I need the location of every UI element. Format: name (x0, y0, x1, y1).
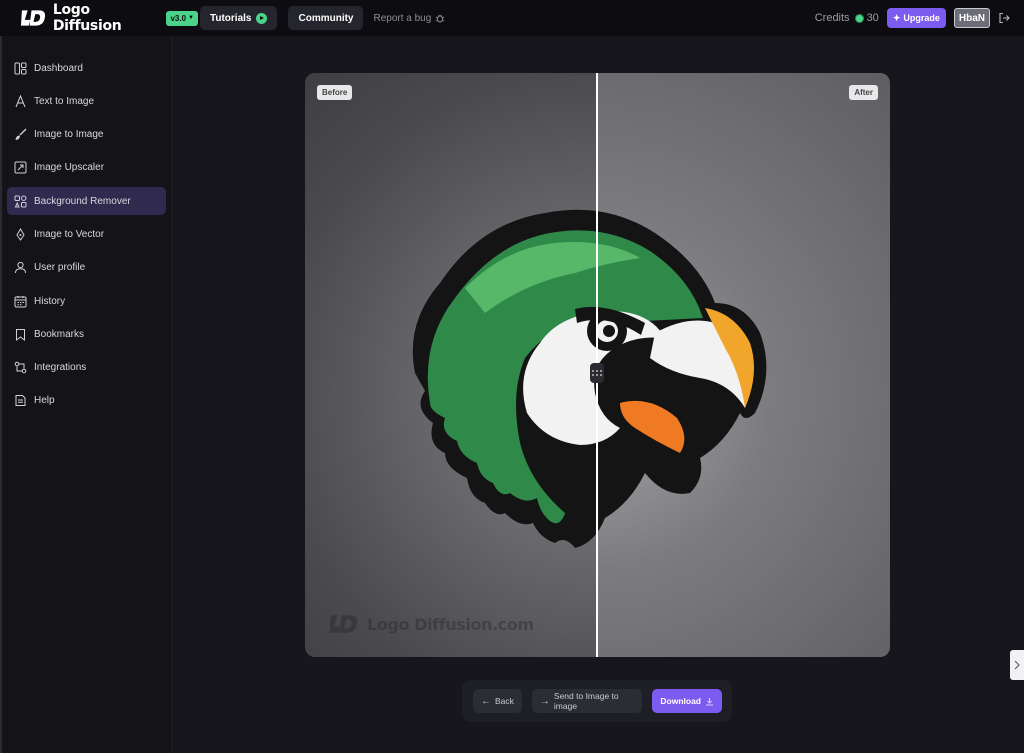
sidebar-item-label: Dashboard (34, 62, 83, 74)
sidebar-item-label: Image Upscaler (34, 162, 105, 174)
calendar-icon (14, 295, 27, 308)
user-avatar[interactable]: HbaN (953, 8, 990, 28)
upgrade-label: Upgrade (903, 13, 940, 23)
sidebar-item-image-upscaler[interactable]: Image Upscaler (7, 154, 166, 182)
user-icon (15, 262, 26, 274)
download-icon (706, 697, 713, 705)
download-label: Download (660, 696, 701, 706)
brand[interactable]: Logo Diffusion v3.0 ▼ (20, 2, 198, 34)
brush-icon (15, 128, 27, 141)
back-button[interactable]: ← Back (473, 689, 522, 713)
side-panel-toggle[interactable] (1010, 650, 1024, 680)
sidebar-item-label: Bookmarks (34, 328, 85, 340)
send-to-image-to-image-button[interactable]: → Send to Image to image (531, 689, 643, 713)
sidebar-item-help[interactable]: Help (7, 387, 166, 415)
coin-icon (854, 13, 864, 23)
main-area: Before After Logo Diffusion.com ← Back →… (172, 36, 1024, 753)
drag-handle-icon[interactable] (590, 363, 604, 383)
help-document-icon (15, 395, 26, 407)
sidebar-item-label: Integrations (34, 362, 87, 374)
bookmark-icon (16, 328, 25, 341)
bug-icon (436, 14, 445, 23)
sidebar-item-bookmarks[interactable]: Bookmarks (7, 320, 166, 348)
pen-nib-icon (16, 227, 25, 241)
arrow-right-icon: → (539, 695, 550, 707)
sidebar-item-label: Background Remover (34, 195, 131, 207)
sidebar-item-background-remover[interactable]: Background Remover (7, 187, 166, 216)
sidebar-item-dashboard[interactable]: Dashboard (7, 54, 166, 82)
community-button[interactable]: Community (288, 6, 364, 30)
report-bug-link[interactable]: Report a bug (373, 13, 445, 24)
top-bar: Logo Diffusion v3.0 ▼ Tutorials Communit… (0, 0, 1024, 36)
sidebar-item-image-to-image[interactable]: Image to Image (7, 121, 166, 149)
after-tag: After (849, 85, 878, 100)
brand-name: Logo Diffusion (52, 2, 122, 34)
community-label: Community (298, 12, 354, 24)
sidebar-item-image-to-vector[interactable]: Image to Vector (7, 220, 166, 248)
sidebar-item-label: User profile (34, 262, 86, 274)
action-toolbar: ← Back → Send to Image to image Download (462, 680, 732, 722)
version-badge[interactable]: v3.0 ▼ (166, 10, 198, 26)
sidebar-item-label: Help (34, 395, 55, 407)
download-button[interactable]: Download (652, 689, 722, 713)
text-icon (15, 94, 26, 107)
sidebar-item-user-profile[interactable]: User profile (7, 254, 166, 282)
before-tag: Before (317, 85, 353, 100)
tutorials-label: Tutorials (210, 12, 252, 24)
play-icon (256, 12, 268, 24)
logout-icon[interactable] (998, 12, 1010, 24)
upscale-icon (14, 161, 27, 174)
watermark: Logo Diffusion.com (327, 613, 534, 635)
arrow-left-icon: ← (481, 695, 491, 707)
integrations-icon (14, 361, 27, 374)
logo-diffusion-logo-icon (20, 10, 46, 26)
send-label: Send to Image to image (553, 691, 619, 711)
version-label: v3.0 (170, 13, 187, 23)
collapse-icon (1014, 660, 1020, 670)
chevron-down-icon: ▼ (188, 15, 194, 21)
sidebar-item-label: History (34, 295, 66, 307)
sidebar-item-text-to-image[interactable]: Text to Image (7, 87, 166, 115)
sidebar-item-history[interactable]: History (7, 287, 166, 315)
before-after-comparison[interactable]: Before After Logo Diffusion.com (305, 73, 890, 657)
back-label: Back (495, 696, 514, 706)
upgrade-button[interactable]: ✦ Upgrade (886, 8, 946, 28)
sidebar-item-integrations[interactable]: Integrations (7, 354, 166, 382)
sidebar-item-label: Image to Image (34, 129, 104, 141)
watermark-text: Logo Diffusion.com (367, 614, 534, 634)
report-bug-label: Report a bug (373, 12, 432, 24)
background-remover-icon (14, 195, 27, 208)
credits-value: 30 (866, 12, 879, 24)
sparkle-icon: ✦ (892, 12, 901, 23)
credits-display: Credits 30 (815, 12, 879, 24)
dashboard-icon (14, 62, 27, 74)
sidebar: Dashboard Text to Image Image to Image I… (0, 36, 172, 753)
sidebar-item-label: Image to Vector (34, 228, 105, 240)
credits-label: Credits (814, 12, 850, 24)
sidebar-item-label: Text to Image (34, 95, 95, 107)
logo-diffusion-watermark-icon (329, 615, 358, 633)
tutorials-button[interactable]: Tutorials (200, 6, 278, 30)
